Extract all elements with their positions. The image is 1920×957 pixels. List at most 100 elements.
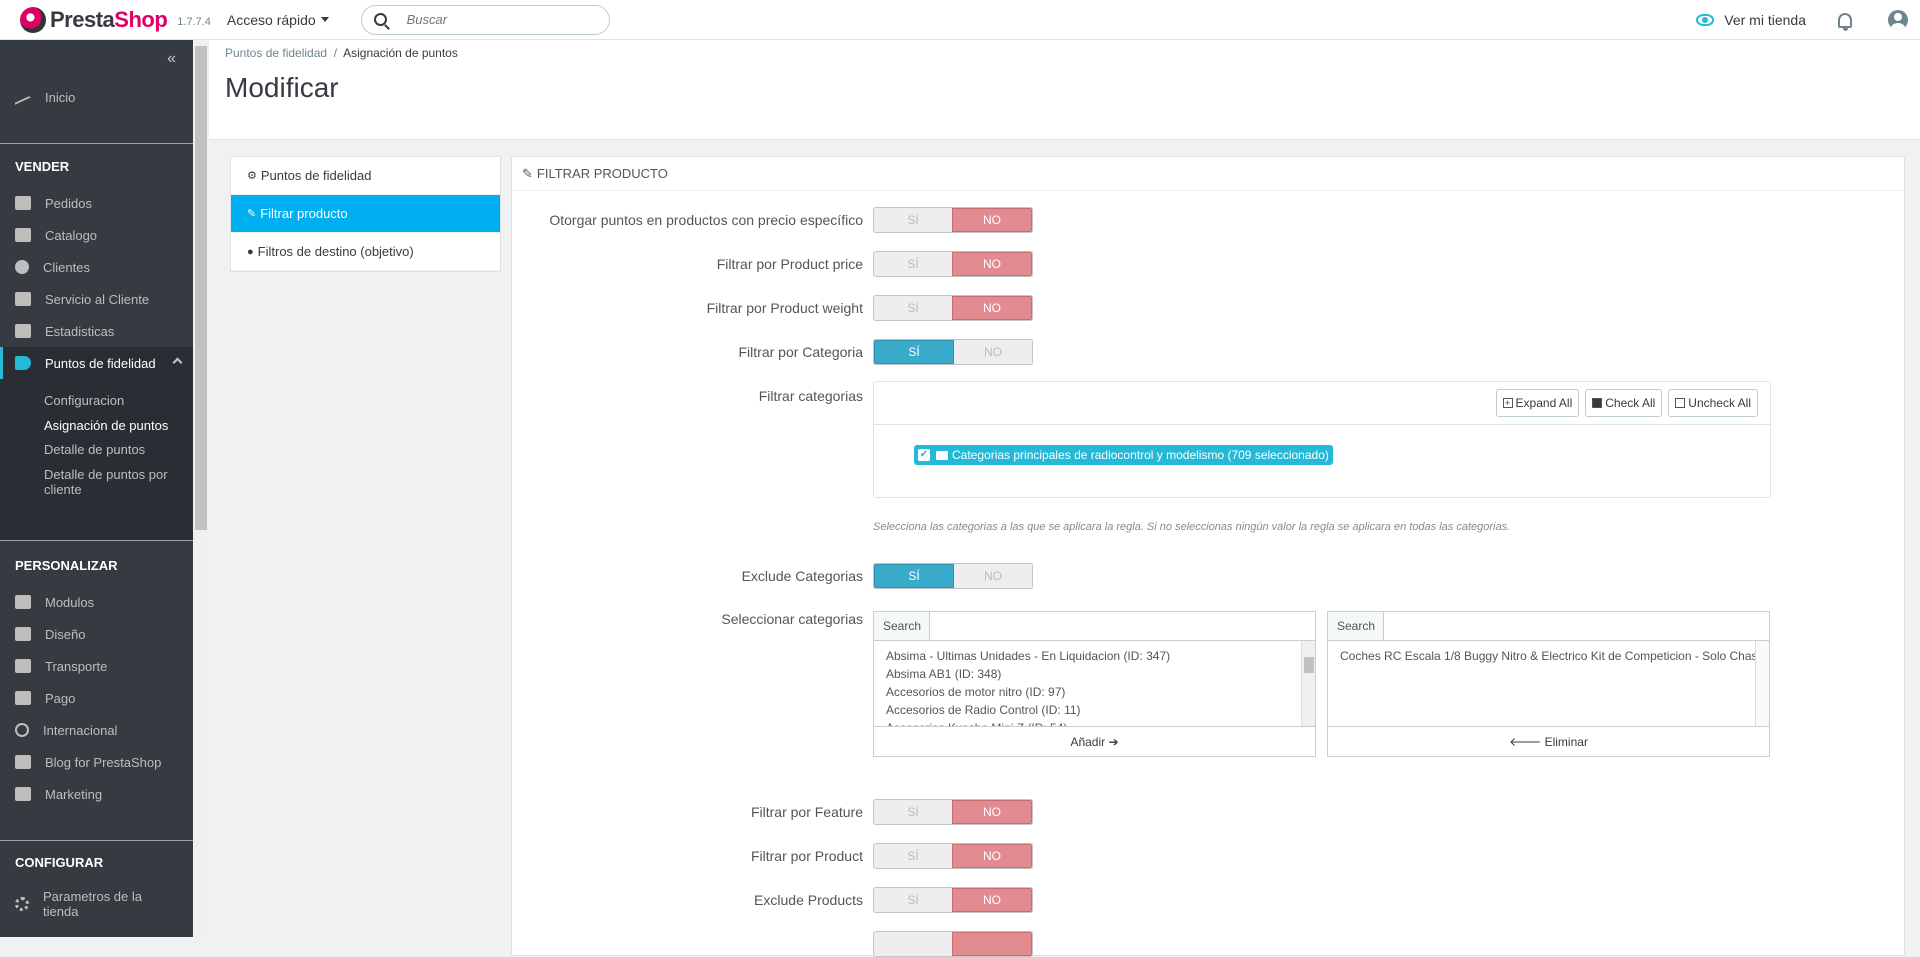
prestashop-logo[interactable]: PrestaShop 1.7.7.4	[20, 0, 211, 40]
search-input[interactable]	[406, 12, 587, 27]
switch-specific-price[interactable]: SÍ NO	[873, 207, 1033, 233]
search-box[interactable]	[360, 4, 610, 35]
available-categories-box: Search Absima - Ultimas Unidades - En Li…	[873, 611, 1316, 757]
switch-option-no[interactable]: NO	[952, 252, 1032, 276]
expand-all-button[interactable]: + Expand All	[1495, 389, 1580, 417]
uncheck-all-button[interactable]: Uncheck All	[1668, 389, 1758, 417]
breadcrumb-parent[interactable]: Puntos de fidelidad	[225, 46, 327, 60]
divider	[0, 540, 193, 541]
sidebar-item-shipping[interactable]: Transporte	[0, 650, 193, 682]
switch-next-partial[interactable]	[873, 931, 1033, 957]
sidebar-item-marketing[interactable]: Marketing	[0, 778, 193, 810]
switch-option-yes[interactable]: SÍ	[874, 844, 952, 868]
switch-option-yes[interactable]: SÍ	[874, 564, 954, 588]
sidebar-item-shop-parameters[interactable]: Parametros de la tienda	[0, 883, 193, 925]
bell-icon[interactable]	[1838, 12, 1852, 31]
switch-feature[interactable]: SÍ NO	[873, 799, 1033, 825]
sidebar-item-orders[interactable]: Pedidos	[0, 187, 193, 219]
switch-option-yes[interactable]: SÍ	[874, 888, 952, 912]
check-all-button[interactable]: Check All	[1585, 389, 1663, 417]
tab-loyalty-points[interactable]: ⚙ Puntos de fidelidad	[231, 157, 500, 195]
tab-filter-product[interactable]: ✎ Filtrar producto	[231, 195, 500, 233]
truck-icon	[15, 659, 31, 673]
list-item[interactable]: Accesorios de motor nitro (ID: 97)	[886, 683, 1303, 701]
sidebar-item-international[interactable]: Internacional	[0, 714, 193, 746]
switch-option-no[interactable]: NO	[952, 844, 1032, 868]
sidebar-item-customers[interactable]: Clientes	[0, 251, 193, 283]
available-search-input[interactable]	[930, 612, 1315, 640]
sidebar-item-label: Blog for PrestaShop	[45, 754, 162, 770]
sidebar-item-modules[interactable]: Modulos	[0, 586, 193, 618]
stats-icon	[15, 324, 31, 338]
tree-toolbar: + Expand All Check All Uncheck All	[874, 382, 1770, 425]
quick-access-dropdown[interactable]: Acceso rápido	[227, 12, 329, 28]
collapse-sidebar-icon[interactable]: «	[167, 50, 176, 68]
switch-option-no[interactable]: NO	[954, 340, 1032, 364]
tab-label: Filtros de destino (objetivo)	[257, 244, 414, 259]
tree-root-node[interactable]: ✔ Categorias principales de radiocontrol…	[914, 445, 1333, 465]
switch-option-yes[interactable]: SÍ	[874, 252, 952, 276]
submenu-item-points-detail[interactable]: Detalle de puntos	[44, 442, 184, 457]
switch-option-no[interactable]	[952, 932, 1032, 956]
switch-option-no[interactable]: NO	[952, 208, 1032, 232]
list-item[interactable]: Absima - Ultimas Unidades - En Liquidaci…	[886, 647, 1303, 665]
section-title-sell: VENDER	[15, 159, 70, 174]
switch-exclude-categories[interactable]: SÍ NO	[873, 563, 1033, 589]
switch-option-yes[interactable]: SÍ	[874, 296, 952, 320]
switch-product-weight[interactable]: SÍ NO	[873, 295, 1033, 321]
sidebar-item-customer-service[interactable]: Servicio al Cliente	[0, 283, 193, 315]
sidebar-item-loyalty-points[interactable]: Puntos de fidelidad	[0, 347, 193, 379]
globe-icon: ●	[247, 245, 254, 258]
submenu-item-points-by-customer[interactable]: Detalle de puntos por cliente	[44, 467, 184, 497]
sidebar-scrollbar[interactable]	[193, 40, 209, 937]
list-item[interactable]: Coches RC Escala 1/8 Buggy Nitro & Elect…	[1340, 647, 1769, 665]
remove-button[interactable]: 🡐 Eliminar	[1327, 727, 1770, 757]
sidebar-item-stats[interactable]: Estadisticas	[0, 315, 193, 347]
sidebar: « Inicio VENDER Pedidos Catalogo Cliente…	[0, 40, 193, 937]
field-label: Filtrar por Categoria	[738, 344, 864, 360]
add-button[interactable]: Añadir ➔	[873, 727, 1316, 757]
switch-option-yes[interactable]: SÍ	[874, 800, 952, 824]
sidebar-item-blog[interactable]: Blog for PrestaShop	[0, 746, 193, 778]
switch-exclude-products[interactable]: SÍ NO	[873, 887, 1033, 913]
switch-option-yes[interactable]	[874, 932, 952, 956]
sidebar-item-catalog[interactable]: Catalogo	[0, 219, 193, 251]
tree-node-label: Categorias principales de radiocontrol y…	[952, 448, 1329, 462]
switch-product[interactable]: SÍ NO	[873, 843, 1033, 869]
switch-product-price[interactable]: SÍ NO	[873, 251, 1033, 277]
list-item[interactable]: Accesorios Kyosho Mini Z (ID: 54)	[886, 719, 1303, 726]
list-item[interactable]: Accesorios de Radio Control (ID: 11)	[886, 701, 1303, 719]
user-account-icon[interactable]	[1888, 10, 1908, 30]
selected-search-input[interactable]	[1384, 612, 1769, 640]
submenu-item-points-assignment[interactable]: Asignación de puntos	[44, 418, 184, 433]
switch-category[interactable]: SÍ NO	[873, 339, 1033, 365]
globe-icon	[15, 723, 29, 737]
view-store-link[interactable]: Ver mi tienda	[1696, 12, 1806, 28]
tab-target-filters[interactable]: ● Filtros de destino (objetivo)	[231, 233, 500, 271]
switch-option-yes[interactable]: SÍ	[874, 208, 952, 232]
available-categories-list[interactable]: Absima - Ultimas Unidades - En Liquidaci…	[873, 641, 1316, 727]
edit-icon: ✎	[247, 208, 257, 220]
scrollbar-thumb[interactable]	[195, 46, 207, 530]
list-item[interactable]: Absima AB1 (ID: 348)	[886, 665, 1303, 683]
switch-option-no[interactable]: NO	[952, 296, 1032, 320]
breadcrumb: Puntos de fidelidad / Asignación de punt…	[225, 46, 458, 60]
switch-option-no[interactable]: NO	[952, 888, 1032, 912]
sidebar-item-label: Marketing	[45, 786, 103, 802]
scrollbar-thumb[interactable]	[1304, 657, 1314, 673]
switch-option-no[interactable]: NO	[954, 564, 1032, 588]
switch-option-yes[interactable]: SÍ	[874, 340, 954, 364]
sidebar-item-home[interactable]: Inicio	[0, 81, 193, 113]
checkbox-checked-icon[interactable]: ✔	[918, 449, 930, 461]
selected-categories-list[interactable]: Coches RC Escala 1/8 Buggy Nitro & Elect…	[1327, 641, 1770, 727]
logo-text: PrestaShop	[50, 6, 168, 32]
switch-option-no[interactable]: NO	[952, 800, 1032, 824]
sidebar-item-design[interactable]: Diseño	[0, 618, 193, 650]
sidebar-item-label: Internacional	[43, 722, 118, 738]
submenu-item-configuration[interactable]: Configuracion	[44, 393, 184, 408]
field-label: Exclude Products	[754, 892, 863, 908]
list-scrollbar[interactable]	[1301, 641, 1315, 726]
sidebar-item-payment[interactable]: Pago	[0, 682, 193, 714]
list-scrollbar[interactable]	[1755, 641, 1769, 726]
filter-product-panel: ✎ FILTRAR PRODUCTO Otorgar puntos en pro…	[511, 156, 1905, 957]
